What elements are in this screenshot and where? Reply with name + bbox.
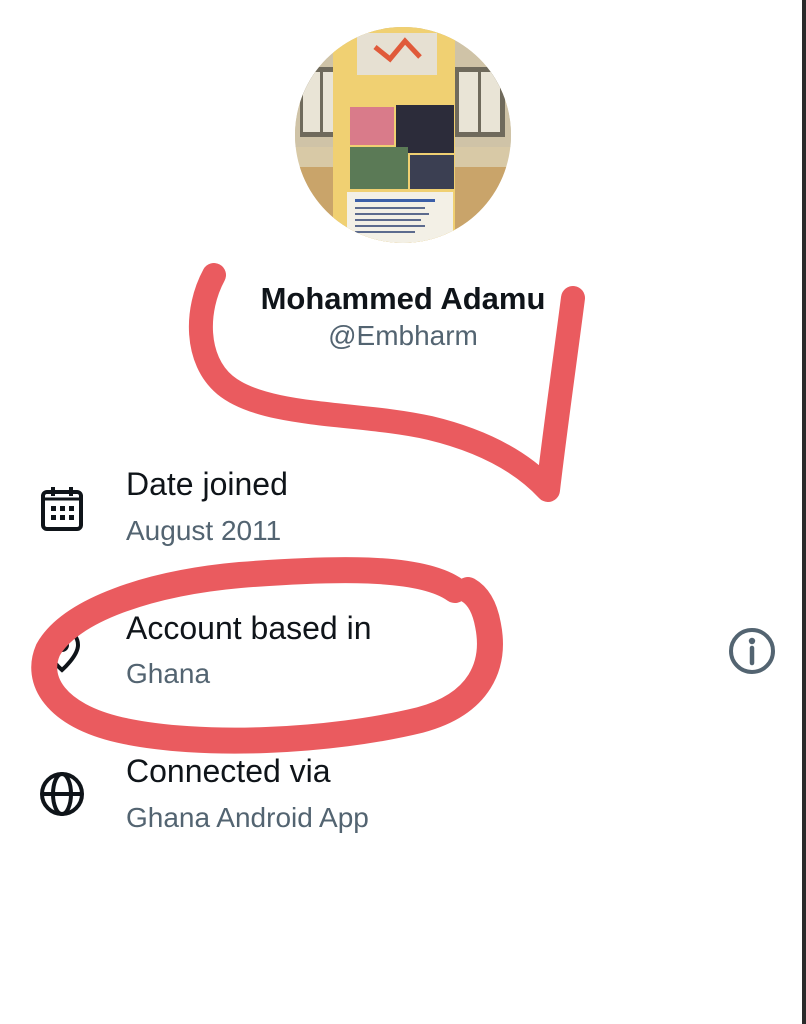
profile-name: Mohammed Adamu [260, 281, 546, 316]
connected-via-value: Ghana Android App [126, 802, 369, 833]
account-based-in-value: Ghana [126, 658, 211, 689]
date-joined-value: August 2011 [126, 515, 282, 546]
account-based-in-label: Account based in [126, 610, 372, 646]
info-icon[interactable] [727, 626, 777, 676]
annotation-circle-stroke [31, 557, 503, 754]
calendar-icon [41, 487, 83, 531]
location-icon [43, 627, 81, 673]
profile-handle: @Embharm [328, 320, 478, 351]
date-joined-label: Date joined [126, 466, 288, 502]
globe-icon [40, 772, 84, 816]
avatar[interactable] [295, 27, 511, 243]
connected-via-label: Connected via [126, 753, 331, 789]
screen-edge [802, 0, 806, 1024]
